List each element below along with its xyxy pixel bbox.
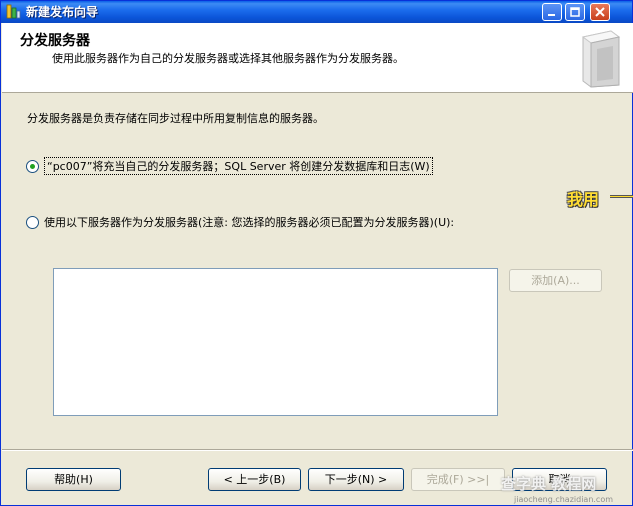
maximize-button[interactable] <box>565 3 585 21</box>
next-button[interactable]: 下一步(N) > <box>308 468 404 491</box>
radio-button-checked[interactable] <box>26 159 39 173</box>
help-button[interactable]: 帮助(H) <box>26 468 121 491</box>
minimize-icon <box>548 14 555 16</box>
finish-button[interactable]: 完成(F) >>| <box>411 468 505 491</box>
wizard-app-icon <box>6 4 21 19</box>
radio-label-other: 使用以下服务器作为分发服务器(注意: 您选择的服务器必须已配置为分发服务器)(U… <box>44 216 455 229</box>
maximize-icon <box>570 7 580 17</box>
annotation-arrow-line <box>610 195 633 198</box>
server-listbox[interactable] <box>53 268 498 416</box>
footer-separator <box>2 449 633 451</box>
radio-button-unchecked[interactable] <box>26 215 39 229</box>
page-subtitle: 使用此服务器作为自己的分发服务器或选择其他服务器作为分发服务器。 <box>52 52 404 65</box>
radio-label-self: “pc007”将充当自己的分发服务器；SQL Server 将创建分发数据库和日… <box>44 157 433 175</box>
window-title: 新建发布向导 <box>26 5 99 19</box>
minimize-button[interactable] <box>542 3 562 21</box>
page-title: 分发服务器 <box>20 33 90 49</box>
radio-self-distributor[interactable]: “pc007”将充当自己的分发服务器；SQL Server 将创建分发数据库和日… <box>26 157 433 175</box>
watermark-url: jiaocheng.chazidian.com <box>514 495 614 504</box>
close-button[interactable] <box>590 3 610 21</box>
wizard-header: 分发服务器 使用此服务器作为自己的分发服务器或选择其他服务器作为分发服务器。 <box>2 23 633 93</box>
radio-other-distributor[interactable]: 使用以下服务器作为分发服务器(注意: 您选择的服务器必须已配置为分发服务器)(U… <box>26 214 454 230</box>
back-button[interactable]: < 上一步(B) <box>208 468 301 491</box>
annotation-text: 我用 <box>567 190 600 209</box>
title-bar[interactable]: 新建发布向导 <box>1 1 632 23</box>
close-icon <box>595 7 605 17</box>
watermark-text: 查字典 教程网 <box>501 475 597 493</box>
wizard-content: 分发服务器是负责存储在同步过程中所用复制信息的服务器。 “pc007”将充当自己… <box>2 94 633 449</box>
description-text: 分发服务器是负责存储在同步过程中所用复制信息的服务器。 <box>27 112 324 125</box>
server-graphic-icon <box>575 29 625 92</box>
wizard-window: 新建发布向导 分发服务器 使用此服务器作为自己的分发服务器或选择其他服务器作为分… <box>0 0 633 506</box>
add-server-button[interactable]: 添加(A)... <box>509 269 602 292</box>
